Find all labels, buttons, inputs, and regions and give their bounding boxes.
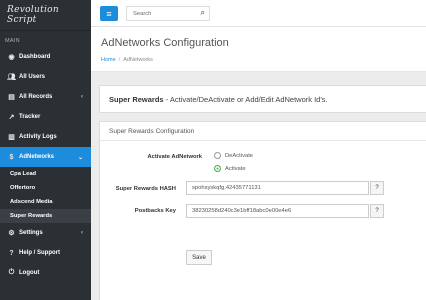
- sidebar-item-label: Settings: [19, 230, 43, 236]
- records-icon: ▤: [8, 94, 15, 101]
- sidebar-item-help-support[interactable]: ? Help / Support: [0, 243, 91, 263]
- breadcrumb-current: AdNetworks: [123, 57, 153, 63]
- sidebar-item-label: Tracker: [19, 114, 41, 120]
- top-bar: ≡ ⌕: [91, 0, 426, 27]
- sidebar-item-label: All Records: [19, 94, 53, 100]
- sidebar-item-adnetworks[interactable]: $ AdNetworks ⌄: [0, 147, 91, 167]
- panel-title: Super Rewards - Activate/DeActivate or A…: [109, 95, 328, 104]
- sidebar: Revolution Script MAIN ◉ Dashboard 👥︎ Al…: [0, 0, 91, 300]
- submenu-item-adscend-media[interactable]: Adscend Media: [0, 195, 91, 209]
- sidebar-item-logout[interactable]: ⏻ Logout: [0, 263, 91, 283]
- panel-title-description: - Activate/DeActivate or Add/Edit AdNetw…: [163, 95, 328, 104]
- sidebar-item-label: All Users: [19, 74, 46, 80]
- help-icon: ?: [9, 249, 14, 257]
- sidebar-item-label: Dashboard: [19, 54, 51, 60]
- breadcrumb: Home / AdNetworks: [101, 57, 153, 63]
- sidebar-item-label: AdNetworks: [19, 154, 55, 160]
- configuration-panel: Super Rewards Configuration Activate AdN…: [99, 121, 426, 300]
- breadcrumb-home-link[interactable]: Home: [101, 57, 116, 63]
- sidebar-item-all-users[interactable]: 👥︎ All Users: [0, 67, 91, 87]
- search-box: ⌕: [126, 6, 210, 21]
- radio-deactivate-circle[interactable]: [214, 152, 221, 159]
- power-icon: ⏻: [8, 269, 15, 276]
- app-logo[interactable]: Revolution Script: [0, 0, 91, 31]
- radio-activate[interactable]: Activate: [214, 165, 246, 172]
- activate-adnetwork-label: Activate AdNetwork: [147, 154, 202, 160]
- menu-toggle-button[interactable]: ≡: [100, 6, 118, 21]
- tracker-icon: ↗: [8, 114, 15, 121]
- users-icon: 👥︎: [7, 74, 16, 81]
- chevron-down-icon: ⌄: [77, 154, 83, 161]
- radio-deactivate-label: DeActivate: [225, 152, 254, 159]
- search-input[interactable]: [133, 10, 195, 17]
- chevron-left-icon: ‹: [81, 94, 83, 100]
- radio-deactivate[interactable]: DeActivate: [214, 152, 253, 159]
- submenu-item-offertoro[interactable]: Offertoro: [0, 181, 91, 195]
- page-title: AdNetworks Configuration: [101, 37, 229, 49]
- breadcrumb-separator: /: [118, 57, 121, 63]
- hamburger-icon: ≡: [106, 8, 112, 19]
- hash-input[interactable]: spohsyskqfg,42435771131: [186, 181, 369, 195]
- save-button[interactable]: Save: [186, 250, 212, 265]
- chevron-left-icon: ‹: [81, 230, 83, 236]
- hash-label: Super Rewards HASH: [115, 186, 176, 192]
- sidebar-item-settings[interactable]: ⚙ Settings ‹: [0, 223, 91, 243]
- sidebar-item-dashboard[interactable]: ◉ Dashboard: [0, 47, 91, 67]
- postbacks-key-input[interactable]: 38230258d240c3e1bff18abc0e00e4e6: [186, 204, 369, 218]
- activity-icon: ▥: [8, 134, 15, 141]
- dashboard-icon: ◉: [8, 54, 15, 61]
- configuration-panel-header: Super Rewards Configuration: [100, 122, 426, 141]
- sidebar-item-all-records[interactable]: ▤ All Records ‹: [0, 87, 91, 107]
- postbacks-help-button[interactable]: ?: [370, 204, 384, 218]
- sidebar-item-label: Activity Logs: [19, 134, 57, 140]
- panel-title-network: Super Rewards: [109, 95, 164, 104]
- radio-activate-circle[interactable]: [214, 165, 221, 172]
- logo-text: Revolution Script: [7, 5, 59, 25]
- page-header: AdNetworks Configuration Home / AdNetworks: [91, 27, 426, 72]
- adnetworks-submenu: Cpa Lead Offertoro Adscend Media Super R…: [0, 167, 91, 223]
- sidebar-item-label: Help / Support: [19, 250, 60, 256]
- radio-activate-label: Activate: [225, 165, 246, 172]
- submenu-item-cpa-lead[interactable]: Cpa Lead: [0, 167, 91, 181]
- sidebar-item-activity-logs[interactable]: ▥ Activity Logs: [0, 127, 91, 147]
- submenu-item-super-rewards[interactable]: Super Rewards: [0, 209, 91, 223]
- sidebar-item-label: Logout: [19, 270, 40, 276]
- dollar-icon: $: [9, 153, 14, 161]
- super-rewards-panel: Super Rewards - Activate/DeActivate or A…: [99, 85, 426, 113]
- sidebar-item-tracker[interactable]: ↗ Tracker: [0, 107, 91, 127]
- nav-section-label: MAIN: [5, 38, 20, 44]
- postbacks-key-label: Postbacks Key: [134, 208, 176, 214]
- settings-icon: ⚙: [8, 230, 15, 237]
- hash-help-button[interactable]: ?: [370, 181, 384, 195]
- search-icon[interactable]: ⌕: [201, 8, 205, 18]
